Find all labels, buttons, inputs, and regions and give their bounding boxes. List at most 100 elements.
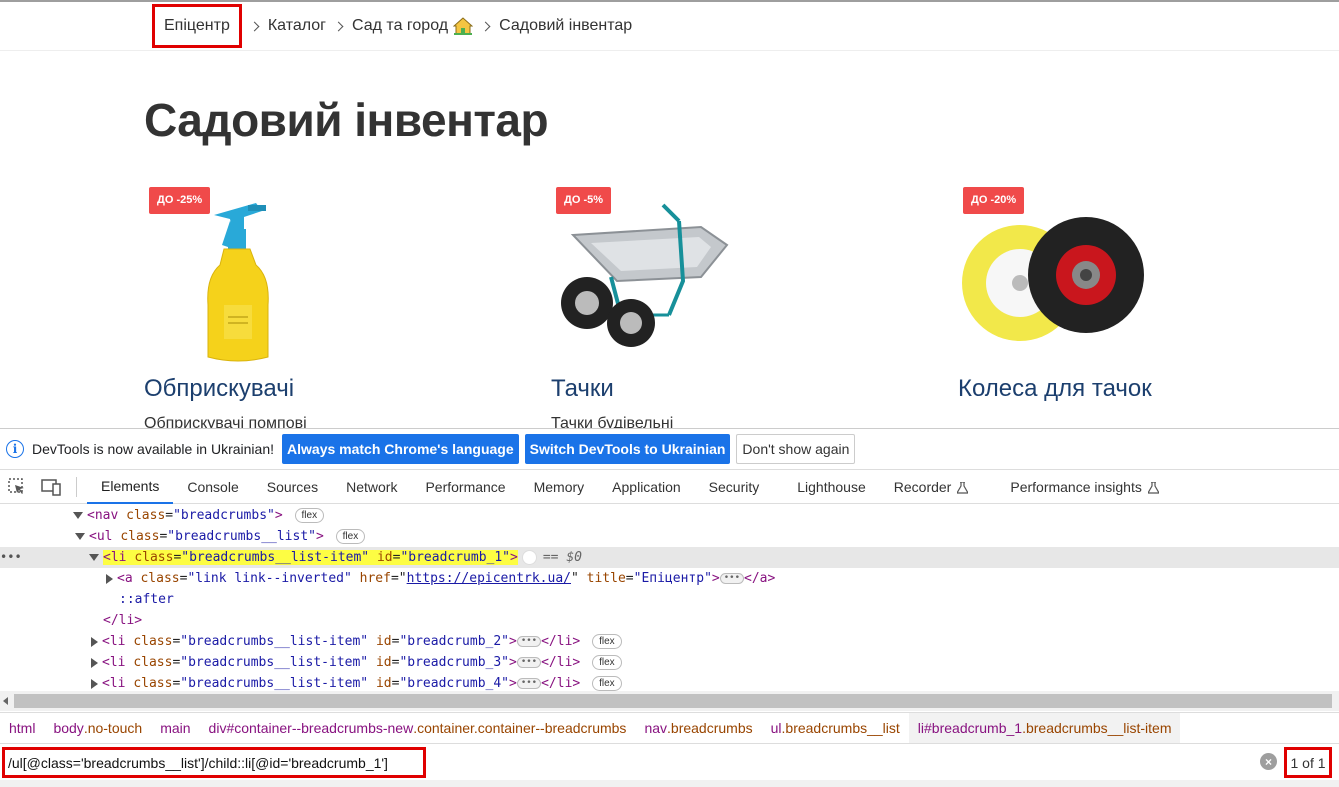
breadcrumb-item-epicentr[interactable]: Епіцентр [152, 4, 242, 48]
flex-badge[interactable]: flex [294, 508, 325, 523]
crumb-tag[interactable]: body [53, 720, 83, 736]
dom-crumb-div[interactable]: div#container--breadcrumbs-new .container… [200, 713, 636, 743]
breadcrumb-label[interactable]: Сад та город [352, 17, 448, 35]
dom-crumb-body[interactable]: body .no-touch [44, 713, 151, 743]
dom-crumb-main[interactable]: main [151, 713, 199, 743]
category-subtitle[interactable]: Обприскувачі помпові [144, 415, 307, 428]
dom-node-li-2[interactable]: <li class="breadcrumbs__list-item" id="b… [91, 631, 622, 652]
category-card-wheels[interactable]: ДО -20% Колеса для тачок [958, 185, 1338, 428]
breadcrumb: Епіцентр Каталог Сад та город Садовий ін… [152, 4, 632, 48]
top-border [0, 0, 1339, 2]
scrollbar-thumb[interactable] [14, 694, 1332, 708]
flex-badge[interactable]: flex [592, 634, 622, 649]
expand-triangle-icon[interactable] [91, 657, 98, 668]
crumb-tag[interactable]: li#breadcrumb_1 [918, 720, 1022, 736]
infobar-message: DevTools is now available in Ukrainian! [32, 441, 275, 457]
crumb-class[interactable]: .breadcrumbs [667, 720, 753, 736]
dom-tree[interactable]: <nav class="breadcrumbs"> flex <ul class… [0, 505, 1339, 691]
ellipsis-icon[interactable]: ••• [516, 636, 542, 647]
dom-crumb-li[interactable]: li#breadcrumb_1 .breadcrumbs__list-item [908, 713, 1181, 743]
crumb-tag[interactable]: div#container--breadcrumbs-new [209, 720, 414, 736]
tab-lighthouse[interactable]: Lighthouse [783, 470, 880, 504]
tabbar-divider [76, 476, 77, 497]
dom-search-input[interactable]: /ul[@class='breadcrumbs__list']/child::l… [2, 747, 426, 778]
crumb-class[interactable]: .container.container--breadcrumbs [413, 720, 626, 736]
category-subtitle[interactable]: Тачки будівельні [551, 415, 673, 428]
clear-search-icon[interactable]: × [1260, 753, 1277, 770]
dom-node-li-selected[interactable]: ••• <li class="breadcrumbs__list-item" i… [0, 547, 1339, 568]
ellipsis-icon[interactable]: ••• [516, 657, 542, 668]
li-id-value: "breadcrumb_4" [399, 676, 510, 691]
expand-triangle-icon[interactable] [106, 573, 113, 584]
expand-triangle-icon[interactable] [91, 636, 98, 647]
website-viewport: Епіцентр Каталог Сад та город Садовий ін… [0, 0, 1339, 428]
breadcrumb-item-catalog[interactable]: Каталог [268, 17, 326, 35]
crumb-tag[interactable]: ul [771, 720, 782, 736]
scroll-left-icon[interactable] [3, 697, 8, 705]
horizontal-scrollbar[interactable] [0, 691, 1339, 711]
dom-node-li-close[interactable]: </li> [103, 610, 142, 631]
flask-icon [956, 480, 970, 494]
category-title[interactable]: Тачки [551, 375, 614, 403]
category-title[interactable]: Обприскувачі [144, 375, 294, 403]
inspect-element-icon[interactable] [6, 476, 28, 498]
crumb-tag[interactable]: nav [644, 720, 667, 736]
ellipsis-icon[interactable]: ••• [719, 573, 744, 584]
dom-crumb-ul[interactable]: ul .breadcrumbs__list [762, 713, 909, 743]
expand-triangle-icon[interactable] [91, 678, 98, 689]
node-circle-icon [521, 550, 537, 565]
crumb-class[interactable]: .no-touch [84, 720, 142, 736]
tab-performance-insights[interactable]: Performance insights [996, 470, 1173, 504]
collapse-triangle-icon[interactable] [73, 512, 83, 519]
flex-badge[interactable]: flex [335, 529, 366, 544]
dom-crumb-nav[interactable]: nav .breadcrumbs [635, 713, 761, 743]
dom-node-ul[interactable]: <ul class="breadcrumbs__list"> flex [75, 526, 366, 547]
flex-badge[interactable]: flex [592, 676, 622, 691]
crumb-tag[interactable]: main [160, 720, 190, 736]
match-language-button[interactable]: Always match Chrome's language [282, 434, 519, 464]
collapse-triangle-icon[interactable] [89, 554, 99, 561]
dom-breadcrumb-bar: html body .no-touch main div#container--b… [0, 712, 1339, 744]
console-ref: == $0 [542, 550, 582, 565]
tab-label[interactable]: Performance insights [1010, 479, 1142, 495]
flex-badge[interactable]: flex [592, 655, 622, 670]
breadcrumb-item-garden[interactable]: Сад та город [352, 17, 474, 35]
crumb-class[interactable]: .breadcrumbs__list-item [1022, 720, 1171, 736]
ul-class-value: "breadcrumbs__list" [167, 529, 316, 544]
tab-console[interactable]: Console [173, 470, 252, 504]
tab-recorder[interactable]: Recorder [880, 470, 983, 504]
a-href-link[interactable]: https://epicentrk.ua/ [407, 571, 571, 586]
tab-application[interactable]: Application [598, 470, 695, 504]
dom-node-li-3[interactable]: <li class="breadcrumbs__list-item" id="b… [91, 652, 622, 673]
li-class-value: "breadcrumbs__list-item" [180, 634, 369, 649]
crumb-tag[interactable]: html [9, 720, 35, 736]
switch-language-button[interactable]: Switch DevTools to Ukrainian [524, 434, 731, 464]
category-card-sprayers[interactable]: ДО -25% Обприскувачі Обприскувачі помпов… [144, 185, 524, 428]
tab-performance[interactable]: Performance [411, 470, 519, 504]
discount-badge: ДО -20% [963, 187, 1025, 214]
pseudo-element[interactable]: ::after [119, 592, 174, 607]
category-card-wheelbarrows[interactable]: ДО -5% Тачки Тачки будівельні [551, 185, 931, 428]
ellipsis-icon[interactable]: ••• [516, 678, 542, 689]
collapse-triangle-icon[interactable] [75, 533, 85, 540]
tab-memory[interactable]: Memory [520, 470, 599, 504]
dom-node-a[interactable]: <a class="link link--inverted" href="htt… [106, 568, 775, 589]
tab-security[interactable]: Security [695, 470, 774, 504]
li-class-value: "breadcrumbs__list-item" [181, 550, 370, 565]
tab-label[interactable]: Recorder [894, 479, 952, 495]
device-toolbar-icon[interactable] [40, 476, 62, 498]
breadcrumb-label[interactable]: Епіцентр [164, 17, 230, 35]
breadcrumb-label[interactable]: Каталог [268, 17, 326, 35]
tab-elements[interactable]: Elements [87, 469, 174, 504]
tab-network[interactable]: Network [332, 470, 411, 504]
category-title[interactable]: Колеса для тачок [958, 375, 1152, 403]
more-options-icon[interactable]: ••• [0, 547, 22, 568]
breadcrumb-item-current: Садовий інвентар [499, 17, 632, 35]
dom-crumb-html[interactable]: html [0, 713, 44, 743]
dont-show-again-button[interactable]: Don't show again [736, 434, 856, 464]
crumb-class[interactable]: .breadcrumbs__list [782, 720, 900, 736]
dom-node-after[interactable]: ::after [119, 589, 174, 610]
tab-sources[interactable]: Sources [253, 470, 332, 504]
dom-node-li-4[interactable]: <li class="breadcrumbs__list-item" id="b… [91, 673, 622, 691]
dom-node-nav[interactable]: <nav class="breadcrumbs"> flex [73, 505, 325, 526]
